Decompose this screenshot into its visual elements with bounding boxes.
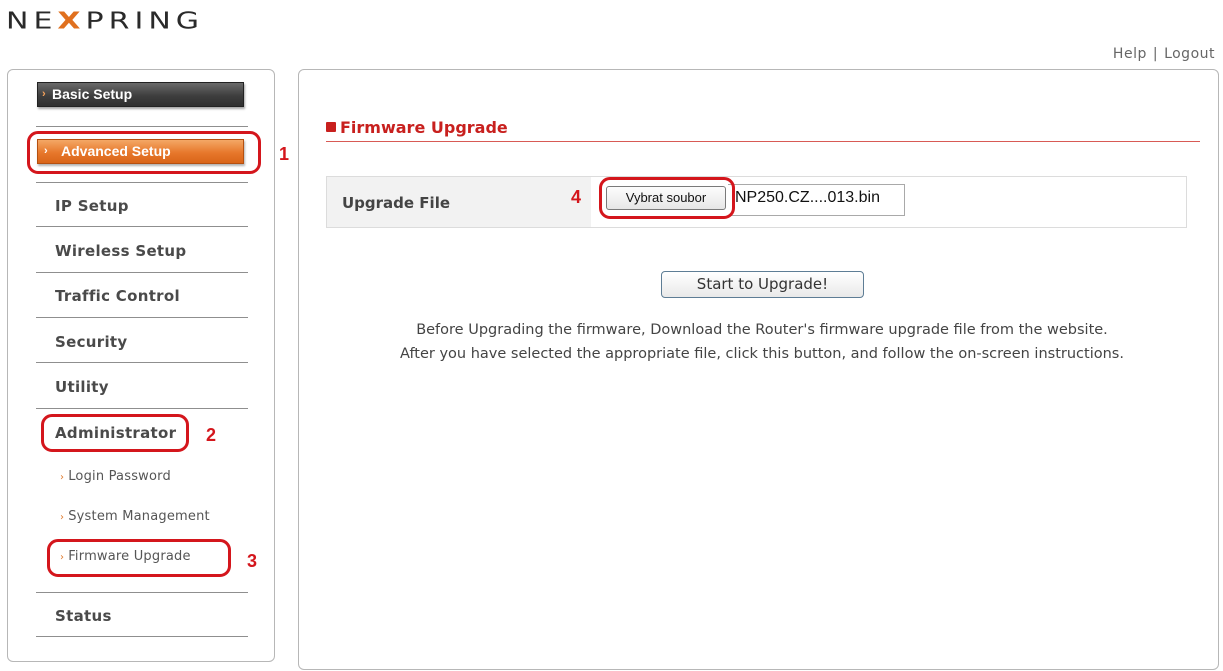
advanced-setup-button[interactable]: › Advanced Setup bbox=[37, 139, 244, 164]
label-cell: Upgrade File bbox=[327, 177, 591, 227]
description-line-2: After you have selected the appropriate … bbox=[400, 346, 1124, 362]
link-separator: | bbox=[1152, 46, 1159, 62]
sidebar-item-status[interactable]: Status bbox=[55, 607, 112, 625]
divider bbox=[36, 182, 248, 183]
sidebar-item-wireless-setup[interactable]: Wireless Setup bbox=[55, 242, 186, 260]
basic-setup-label: Basic Setup bbox=[52, 86, 133, 102]
chevron-right-icon: › bbox=[60, 512, 65, 523]
divider bbox=[36, 592, 248, 593]
sidebar-subitem-system-management[interactable]: › System Management bbox=[60, 509, 210, 524]
divider bbox=[36, 362, 248, 363]
divider bbox=[36, 272, 248, 273]
title-underline bbox=[326, 141, 1200, 142]
chevron-right-icon: › bbox=[60, 552, 65, 563]
advanced-setup-label: Advanced Setup bbox=[61, 143, 171, 159]
sidebar-subitem-login-password[interactable]: › Login Password bbox=[60, 469, 171, 484]
sidebar-subitem-firmware-upgrade[interactable]: › Firmware Upgrade bbox=[60, 549, 191, 564]
chevron-right-icon: › bbox=[42, 88, 46, 100]
basic-setup-button[interactable]: › Basic Setup bbox=[37, 82, 244, 107]
divider bbox=[36, 317, 248, 318]
top-links: Help | Logout bbox=[1113, 46, 1215, 62]
annotation-number-3: 3 bbox=[247, 551, 258, 571]
sidebar-item-ip-setup[interactable]: IP Setup bbox=[55, 197, 129, 215]
content-panel bbox=[298, 69, 1219, 670]
choose-file-button[interactable]: Vybrat soubor bbox=[606, 186, 726, 210]
divider bbox=[36, 226, 248, 227]
page-title: Firmware Upgrade bbox=[326, 118, 508, 137]
logout-link[interactable]: Logout bbox=[1164, 46, 1215, 62]
sidebar-item-administrator[interactable]: Administrator bbox=[55, 424, 176, 442]
chevron-right-icon: › bbox=[60, 472, 65, 483]
sidebar-item-utility[interactable]: Utility bbox=[55, 378, 109, 396]
annotation-number-2: 2 bbox=[206, 425, 217, 445]
start-upgrade-button[interactable]: Start to Upgrade! bbox=[661, 271, 864, 298]
nexpring-logo: NEXPRING bbox=[6, 7, 205, 35]
help-link[interactable]: Help bbox=[1113, 46, 1147, 62]
divider bbox=[36, 126, 248, 127]
title-bullet-icon bbox=[326, 122, 336, 132]
divider bbox=[36, 408, 248, 409]
upgrade-description: Before Upgrading the firmware, Download … bbox=[302, 318, 1222, 366]
chevron-right-icon: › bbox=[44, 145, 48, 157]
annotation-number-4: 4 bbox=[571, 187, 582, 207]
selected-file-name: NP250.CZ....013.bin bbox=[728, 184, 905, 216]
annotation-number-1: 1 bbox=[279, 144, 290, 164]
divider bbox=[36, 636, 248, 637]
sidebar-item-traffic-control[interactable]: Traffic Control bbox=[55, 287, 180, 305]
upgrade-file-label: Upgrade File bbox=[342, 194, 451, 212]
sidebar-item-security[interactable]: Security bbox=[55, 333, 127, 351]
description-line-1: Before Upgrading the firmware, Download … bbox=[416, 322, 1108, 338]
